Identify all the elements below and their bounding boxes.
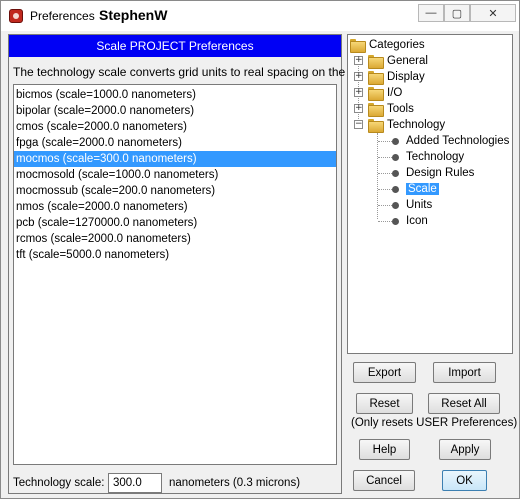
tree-connector (378, 189, 392, 190)
app-icon (9, 9, 23, 23)
list-item-selected[interactable]: mocmos (scale=300.0 nanometers) (14, 151, 336, 167)
tree-connector (378, 221, 392, 222)
import-button[interactable]: Import (433, 362, 496, 383)
tree-item-tools[interactable]: Tools (368, 101, 414, 117)
categories-tree[interactable]: Categories + General + Display + I/O + T… (347, 34, 513, 354)
reset-all-button[interactable]: Reset All (428, 393, 500, 414)
expand-plus-icon[interactable]: + (354, 56, 363, 65)
tree-item-label-selected: Scale (406, 183, 439, 195)
technology-scale-units: nanometers (0.3 microns) (169, 477, 301, 489)
folder-icon (368, 103, 384, 117)
list-item[interactable]: tft (scale=5000.0 nanometers) (14, 247, 336, 263)
apply-button[interactable]: Apply (439, 439, 491, 460)
folder-icon (368, 55, 384, 69)
ok-button[interactable]: OK (442, 470, 487, 491)
tree-item-label: Categories (369, 39, 425, 51)
maximize-icon: ▢ (451, 7, 463, 20)
technology-scale-list[interactable]: bicmos (scale=1000.0 nanometers) bipolar… (13, 84, 337, 465)
tree-item-scale[interactable]: Scale (392, 181, 439, 197)
tree-item-added-technologies[interactable]: Added Technologies (392, 133, 509, 149)
tree-connector (378, 173, 392, 174)
folder-icon (368, 87, 384, 101)
list-item[interactable]: rcmos (scale=2000.0 nanometers) (14, 231, 336, 247)
scale-preferences-panel: Scale PROJECT Preferences The technology… (8, 34, 374, 494)
leaf-bullet-icon (392, 217, 399, 225)
tree-item-icon[interactable]: Icon (392, 213, 428, 229)
export-button[interactable]: Export (353, 362, 416, 383)
tree-item-io[interactable]: I/O (368, 85, 402, 101)
tree-item-label: Tools (387, 103, 414, 115)
technology-scale-label: Technology scale: (13, 477, 105, 489)
tree-connector (378, 157, 392, 158)
tree-item-label: Design Rules (406, 167, 475, 179)
folder-open-icon (368, 119, 384, 133)
list-item[interactable]: bicmos (scale=1000.0 nanometers) (14, 87, 336, 103)
minimize-button[interactable]: — (418, 4, 444, 22)
tree-connector (378, 205, 392, 206)
maximize-button[interactable]: ▢ (444, 4, 470, 22)
tree-connector (378, 141, 392, 142)
leaf-bullet-icon (392, 137, 399, 145)
collapse-minus-icon[interactable]: − (354, 120, 363, 129)
leaf-bullet-icon (392, 153, 399, 161)
tree-item-label: Icon (406, 215, 428, 227)
tree-connector (377, 133, 378, 219)
tree-item-technology-page[interactable]: Technology (392, 149, 464, 165)
expand-plus-icon[interactable]: + (354, 104, 363, 113)
tree-item-general[interactable]: General (368, 53, 428, 69)
tree-item-units[interactable]: Units (392, 197, 432, 213)
reset-button[interactable]: Reset (356, 393, 413, 414)
close-icon: ✕ (488, 7, 498, 20)
expand-plus-icon[interactable]: + (354, 72, 363, 81)
reset-note: (Only resets USER Preferences) (351, 417, 518, 429)
tree-item-technology[interactable]: Technology (368, 117, 445, 133)
list-item[interactable]: cmos (scale=2000.0 nanometers) (14, 119, 336, 135)
list-item[interactable]: pcb (scale=1270000.0 nanometers) (14, 215, 336, 231)
cancel-button[interactable]: Cancel (353, 470, 415, 491)
expand-plus-icon[interactable]: + (354, 88, 363, 97)
window-user-name: StephenW (99, 7, 168, 23)
tree-item-display[interactable]: Display (368, 69, 425, 85)
tree-item-design-rules[interactable]: Design Rules (392, 165, 474, 181)
tree-root-categories[interactable]: Categories (350, 37, 425, 53)
tree-item-label: General (387, 55, 428, 67)
tree-item-label: Technology (406, 151, 465, 163)
title-bar[interactable]: Preferences StephenW — ▢ ✕ (1, 1, 519, 31)
technology-scale-input[interactable] (108, 473, 162, 493)
tree-item-label: Added Technologies (406, 135, 510, 147)
window-title: Preferences (30, 9, 95, 23)
leaf-bullet-icon (392, 169, 399, 177)
tree-item-label: Units (406, 199, 433, 211)
preferences-window: Preferences StephenW — ▢ ✕ Scale PROJECT… (0, 0, 520, 499)
close-button[interactable]: ✕ (470, 4, 516, 22)
tree-item-label: Display (387, 71, 425, 83)
panel-description: The technology scale converts grid units… (13, 65, 374, 79)
tree-item-label: I/O (387, 87, 403, 99)
list-item[interactable]: bipolar (scale=2000.0 nanometers) (14, 103, 336, 119)
list-item[interactable]: nmos (scale=2000.0 nanometers) (14, 199, 336, 215)
list-item[interactable]: mocmossub (scale=200.0 nanometers) (14, 183, 336, 199)
list-item[interactable]: fpga (scale=2000.0 nanometers) (14, 135, 336, 151)
leaf-bullet-icon (392, 185, 399, 193)
folder-open-icon (350, 39, 366, 53)
minimize-icon: — (425, 7, 437, 19)
leaf-bullet-icon (392, 201, 399, 209)
tree-item-label: Technology (387, 119, 446, 131)
folder-icon (368, 71, 384, 85)
panel-header: Scale PROJECT Preferences (9, 35, 341, 57)
help-button[interactable]: Help (359, 439, 410, 460)
list-item[interactable]: mocmosold (scale=1000.0 nanometers) (14, 167, 336, 183)
